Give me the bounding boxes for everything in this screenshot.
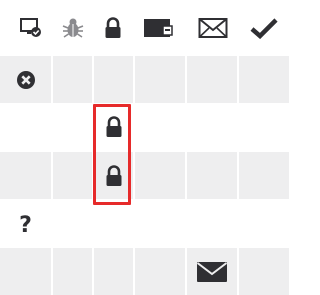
table-cell <box>53 56 94 103</box>
table-cell <box>0 152 53 199</box>
table-cell <box>53 152 94 199</box>
table-row[interactable]: ? <box>0 202 291 249</box>
table-cell <box>239 56 291 103</box>
table-row[interactable] <box>0 56 291 103</box>
table-cell <box>187 152 239 199</box>
table-cell <box>135 56 187 103</box>
table-cell[interactable] <box>94 103 135 150</box>
table-cell <box>94 56 135 103</box>
checkmark-icon[interactable] <box>244 0 284 56</box>
x-circle-icon <box>16 70 35 89</box>
table-cell <box>239 152 291 199</box>
lock-icon <box>106 164 121 186</box>
table-cell <box>135 248 187 295</box>
archive-box-icon[interactable] <box>137 0 181 56</box>
table-row[interactable] <box>0 248 291 295</box>
table-cell[interactable] <box>187 248 239 295</box>
table-row[interactable] <box>0 103 291 150</box>
envelope-icon <box>196 261 228 282</box>
header-icon-row <box>0 0 291 56</box>
envelope-icon[interactable] <box>191 0 235 56</box>
table-cell <box>0 248 53 295</box>
bug-icon[interactable] <box>56 0 90 56</box>
question-mark: ? <box>19 212 32 238</box>
lock-icon <box>106 115 121 137</box>
table-cell <box>94 248 135 295</box>
lock-icon[interactable] <box>96 0 130 56</box>
table-cell <box>53 248 94 295</box>
table-cell[interactable] <box>94 152 135 199</box>
message-status-grid: ? <box>0 0 291 295</box>
table-cell <box>135 152 187 199</box>
status-cell[interactable] <box>0 56 53 103</box>
status-cell[interactable]: ? <box>0 202 53 249</box>
table-cell <box>187 56 239 103</box>
monitor-check-icon[interactable] <box>14 0 48 56</box>
table-cell <box>239 248 291 295</box>
table-row[interactable] <box>0 152 291 199</box>
